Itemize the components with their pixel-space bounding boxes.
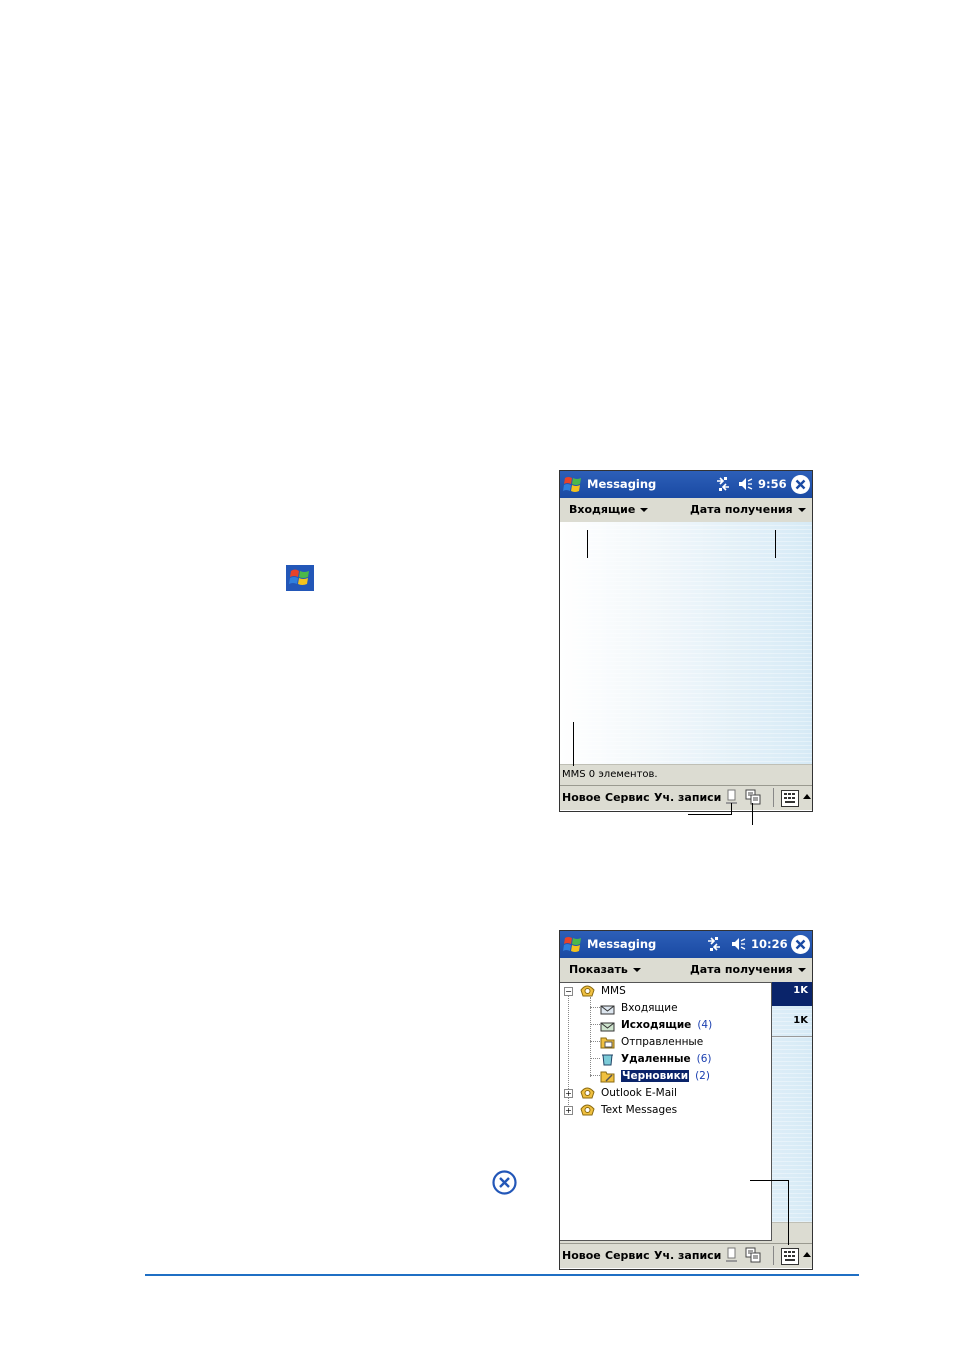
callout-line <box>788 1180 789 1245</box>
menu-new[interactable]: Новое <box>562 791 601 804</box>
account-icon <box>580 1104 595 1116</box>
keyboard-icon[interactable] <box>781 790 799 807</box>
chevron-down-icon <box>640 508 649 512</box>
close-icon[interactable] <box>791 935 810 954</box>
input-panel-arrow-icon[interactable] <box>803 1252 811 1257</box>
sort-dropdown[interactable]: Дата получения <box>690 503 806 516</box>
item-count: (4) <box>697 1019 713 1031</box>
tree-line <box>590 1058 600 1059</box>
title-bar: Messaging 9:56 <box>560 471 812 498</box>
sent-folder-icon <box>600 1037 615 1049</box>
messaging-screen-inbox: Messaging 9:56 Входящие Дата получения M… <box>559 470 813 812</box>
expand-icon[interactable]: + <box>564 1089 573 1098</box>
chevron-down-icon <box>632 968 641 972</box>
windows-start-icon[interactable] <box>562 934 583 955</box>
callout-line <box>688 814 732 815</box>
activesync-icon[interactable] <box>745 1247 762 1264</box>
chevron-down-icon <box>797 968 806 972</box>
title-bar: Messaging 10:26 <box>560 931 812 958</box>
collapse-icon[interactable]: − <box>564 987 573 996</box>
app-title: Messaging <box>587 937 657 951</box>
item-count: (2) <box>695 1070 710 1082</box>
item-count: (6) <box>696 1053 712 1065</box>
chevron-down-icon <box>797 508 806 512</box>
folder-dropdown-label: Входящие <box>569 503 636 516</box>
account-icon <box>580 1087 595 1099</box>
footer-rule <box>145 1274 859 1276</box>
callout-line <box>573 722 574 766</box>
input-panel-arrow-icon[interactable] <box>803 794 811 799</box>
account-icon <box>580 985 595 997</box>
tree-item-label: Text Messages <box>601 1104 678 1116</box>
connectivity-icon[interactable] <box>714 475 732 493</box>
sort-dropdown-label: Дата получения <box>690 503 793 516</box>
sort-dropdown-label: Дата получения <box>690 963 793 976</box>
menu-accounts[interactable]: Уч. записи <box>654 791 721 804</box>
tree-item-text: Исходящие <box>621 1019 692 1031</box>
show-dropdown[interactable]: Показать <box>569 963 641 976</box>
close-icon[interactable] <box>791 475 810 494</box>
messaging-screen-folders: Messaging 10:26 Показать Дата получения … <box>559 930 813 1270</box>
connectivity-icon[interactable] <box>705 935 723 953</box>
speaker-icon[interactable] <box>737 476 753 492</box>
outbox-icon <box>600 1022 615 1032</box>
tree-line <box>590 1075 600 1076</box>
filter-bar: Входящие Дата получения <box>560 498 812 522</box>
tree-item-label: Черновики (2) <box>621 1070 710 1082</box>
tree-item-label: Outlook E-Mail <box>601 1087 677 1099</box>
tree-item-text-selected: Черновики <box>621 1070 690 1082</box>
speaker-icon[interactable] <box>730 936 746 952</box>
app-title: Messaging <box>587 477 657 491</box>
tree-line <box>590 1007 600 1008</box>
inbox-icon <box>600 1005 615 1015</box>
menu-accounts[interactable]: Уч. записи <box>654 1249 721 1262</box>
separator <box>773 1246 774 1265</box>
keyboard-icon[interactable] <box>781 1248 799 1265</box>
menu-bar: Новое Сервис Уч. записи <box>560 785 812 810</box>
clock[interactable]: 10:26 <box>751 937 788 951</box>
drafts-folder-icon <box>600 1071 615 1083</box>
tree-item-label: Удаленные (6) <box>621 1053 711 1065</box>
message-list[interactable] <box>560 522 812 764</box>
windows-start-icon[interactable] <box>562 474 583 495</box>
tree-item-label: Исходящие (4) <box>621 1019 712 1031</box>
sync-icon[interactable] <box>723 1247 740 1264</box>
show-dropdown-label: Показать <box>569 963 628 976</box>
tree-line <box>590 997 591 1077</box>
filter-bar: Показать Дата получения <box>560 958 812 982</box>
separator <box>773 788 774 807</box>
folder-dropdown[interactable]: Входящие <box>569 503 649 516</box>
menu-bar: Новое Сервис Уч. записи <box>560 1243 812 1268</box>
message-size-text: 1K <box>793 1015 808 1026</box>
folder-tree[interactable]: − MMS Входящие Исходящие (4) Отправленные… <box>560 982 772 1241</box>
callout-line <box>752 803 753 825</box>
tree-item-label: Отправленные <box>621 1036 704 1048</box>
expand-icon[interactable]: + <box>564 1106 573 1115</box>
message-size: 1K <box>772 1012 812 1037</box>
clock[interactable]: 9:56 <box>758 477 787 491</box>
menu-new[interactable]: Новое <box>562 1249 601 1262</box>
callout-line <box>587 530 588 558</box>
status-line: MMS 0 элементов. <box>560 764 812 785</box>
close-icon <box>492 1170 517 1195</box>
tree-item-label: Входящие <box>621 1002 678 1014</box>
menu-tools[interactable]: Сервис <box>605 791 650 804</box>
message-size: 1K <box>772 982 812 1006</box>
windows-start-icon <box>286 565 314 591</box>
callout-line <box>775 530 776 558</box>
status-text: MMS 0 элементов. <box>562 769 658 780</box>
tree-line <box>590 1041 600 1042</box>
tree-item-label: MMS <box>601 985 626 997</box>
trash-icon <box>602 1054 613 1066</box>
tree-line <box>590 1024 600 1025</box>
tree-item-text: Удаленные <box>621 1053 691 1065</box>
activesync-icon[interactable] <box>745 789 762 806</box>
message-size-text: 1K <box>793 985 808 996</box>
callout-line <box>750 1180 789 1181</box>
menu-tools[interactable]: Сервис <box>605 1249 650 1262</box>
sort-dropdown[interactable]: Дата получения <box>690 963 806 976</box>
